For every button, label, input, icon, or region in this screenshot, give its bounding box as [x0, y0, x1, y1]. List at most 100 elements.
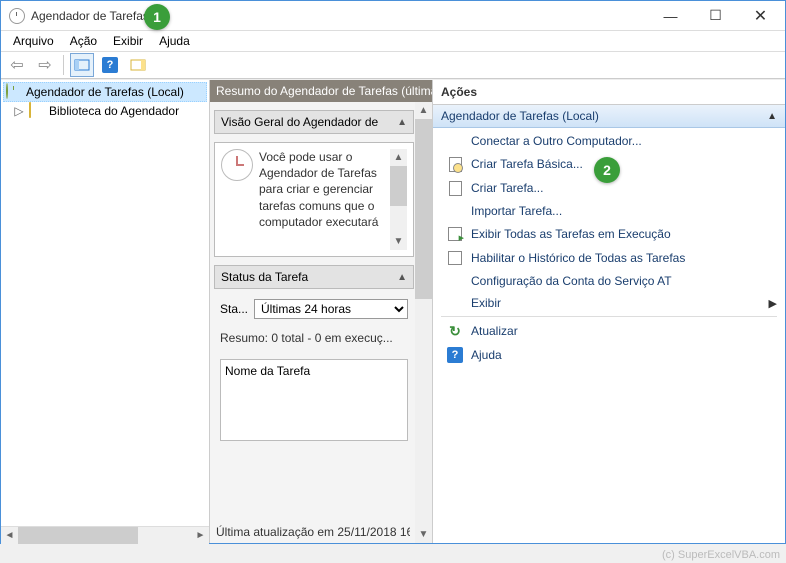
summary-scrollbar[interactable]: ▲ ▼ — [415, 102, 432, 543]
help-icon: ? — [102, 57, 118, 73]
show-hide-tree-button[interactable] — [70, 53, 94, 77]
app-icon — [9, 8, 25, 24]
scroll-up-button[interactable]: ▲ — [415, 102, 432, 119]
action-help[interactable]: ? Ajuda — [433, 343, 785, 367]
pane-icon — [74, 57, 90, 73]
status-title: Status da Tarefa — [221, 270, 308, 284]
action-label: Atualizar — [471, 324, 518, 338]
toolbar: ⇦ ⇨ ? — [1, 51, 785, 79]
action-show-running-tasks[interactable]: Exibir Todas as Tarefas em Execução — [433, 222, 785, 246]
maximize-button[interactable]: ☐ — [693, 2, 738, 30]
show-hide-action-button[interactable] — [126, 53, 150, 77]
annotation-2: 2 — [594, 157, 620, 183]
action-import-task[interactable]: Importar Tarefa... — [433, 200, 785, 222]
action-label: Conectar a Outro Computador... — [471, 134, 642, 148]
scroll-left-button[interactable]: ◄ — [1, 527, 18, 544]
last-update-text: Última atualização em 25/11/2018 16:26: — [216, 525, 410, 539]
action-label: Habilitar o Histórico de Todas as Tarefa… — [471, 251, 685, 265]
content-area: Agendador de Tarefas (Local) ▷ Bibliotec… — [1, 79, 785, 543]
scroll-right-button[interactable]: ► — [192, 527, 209, 544]
scroll-thumb[interactable] — [390, 166, 407, 206]
overview-header[interactable]: Visão Geral do Agendador de ▲ — [214, 110, 414, 134]
back-button[interactable]: ⇦ — [5, 53, 29, 77]
menu-acao[interactable]: Ação — [62, 32, 105, 50]
overview-text: Você pode usar o Agendador de Tarefas pa… — [259, 149, 384, 250]
clock-icon — [6, 84, 22, 100]
scroll-track[interactable] — [415, 119, 432, 526]
create-basic-task-icon — [447, 156, 463, 172]
action-label: Exibir — [471, 296, 501, 310]
refresh-icon: ↻ — [447, 323, 463, 339]
action-enable-history[interactable]: Habilitar o Histórico de Todas as Tarefa… — [433, 246, 785, 270]
actions-subheader-label: Agendador de Tarefas (Local) — [441, 109, 599, 123]
toolbar-separator — [63, 55, 64, 75]
scroll-thumb[interactable] — [18, 527, 138, 544]
tree-horizontal-scrollbar[interactable]: ◄ ► — [1, 526, 209, 543]
action-view-submenu[interactable]: Exibir ▶ — [433, 292, 785, 314]
scroll-track[interactable] — [18, 527, 192, 544]
menu-ajuda[interactable]: Ajuda — [151, 32, 198, 50]
submenu-arrow-icon: ▶ — [769, 297, 777, 310]
collapse-icon: ▲ — [397, 117, 407, 128]
actions-subheader[interactable]: Agendador de Tarefas (Local) ▲ — [433, 105, 785, 128]
tree-root-label: Agendador de Tarefas (Local) — [26, 85, 184, 99]
help-icon: ? — [447, 347, 463, 363]
menu-arquivo[interactable]: Arquivo — [5, 32, 62, 50]
action-label: Criar Tarefa... — [471, 181, 543, 195]
divider — [441, 316, 777, 317]
status-row: Sta... Últimas 24 horas — [214, 297, 414, 321]
status-label: Sta... — [220, 302, 248, 316]
arrow-right-icon: ⇨ — [38, 55, 51, 75]
history-icon — [447, 250, 463, 266]
summary-body: Visão Geral do Agendador de ▲ Você pode … — [210, 102, 432, 543]
running-tasks-icon — [447, 226, 463, 242]
task-name-list[interactable]: Nome da Tarefa — [220, 359, 408, 441]
action-refresh[interactable]: ↻ Atualizar — [433, 319, 785, 343]
summary-pane: Resumo do Agendador de Tarefas (última a… — [210, 80, 433, 543]
actions-list: Conectar a Outro Computador... Criar Tar… — [433, 128, 785, 543]
action-label: Importar Tarefa... — [471, 204, 562, 218]
task-name-header: Nome da Tarefa — [225, 364, 310, 378]
help-button[interactable]: ? — [98, 53, 122, 77]
menu-exibir[interactable]: Exibir — [105, 32, 151, 50]
status-summary: Resumo: 0 total - 0 em execuç... — [214, 329, 414, 347]
tree-root-item[interactable]: Agendador de Tarefas (Local) — [3, 82, 207, 102]
status-period-select[interactable]: Últimas 24 horas — [254, 299, 408, 319]
action-label: Criar Tarefa Básica... — [471, 157, 583, 171]
action-label: Exibir Todas as Tarefas em Execução — [471, 227, 671, 241]
action-connect-computer[interactable]: Conectar a Outro Computador... — [433, 130, 785, 152]
overview-scrollbar[interactable]: ▲ ▼ — [390, 149, 407, 250]
window-controls: — ☐ ✕ — [648, 2, 783, 30]
tree-child-label: Biblioteca do Agendador — [49, 104, 179, 118]
folder-icon — [29, 103, 45, 119]
action-label: Ajuda — [471, 348, 502, 362]
tree-body: Agendador de Tarefas (Local) ▷ Bibliotec… — [1, 80, 209, 526]
scheduler-clock-icon — [221, 149, 253, 181]
window-title: Agendador de Tarefas — [31, 9, 648, 23]
overview-box: Você pode usar o Agendador de Tarefas pa… — [214, 142, 414, 257]
scroll-thumb[interactable] — [415, 119, 432, 299]
menubar: Arquivo Ação Exibir Ajuda — [1, 31, 785, 51]
task-scheduler-window: Agendador de Tarefas — ☐ ✕ Arquivo Ação … — [0, 0, 786, 544]
collapse-icon: ▲ — [767, 111, 777, 122]
close-button[interactable]: ✕ — [738, 2, 783, 30]
scroll-down-button[interactable]: ▼ — [415, 526, 432, 543]
summary-header: Resumo do Agendador de Tarefas (última a… — [210, 80, 432, 102]
action-label: Configuração da Conta do Serviço AT — [471, 274, 672, 288]
action-at-service-config[interactable]: Configuração da Conta do Serviço AT — [433, 270, 785, 292]
expand-icon[interactable]: ▷ — [13, 104, 25, 118]
pane-right-icon — [130, 57, 146, 73]
minimize-button[interactable]: — — [648, 2, 693, 30]
scroll-down-button[interactable]: ▼ — [390, 233, 407, 250]
scroll-up-button[interactable]: ▲ — [390, 149, 407, 166]
arrow-left-icon: ⇦ — [10, 55, 23, 75]
titlebar: Agendador de Tarefas — ☐ ✕ — [1, 1, 785, 31]
actions-pane: Ações Agendador de Tarefas (Local) ▲ Con… — [433, 80, 785, 543]
tree-child-item[interactable]: ▷ Biblioteca do Agendador — [3, 102, 207, 120]
tree-pane: Agendador de Tarefas (Local) ▷ Bibliotec… — [1, 80, 210, 543]
status-header[interactable]: Status da Tarefa ▲ — [214, 265, 414, 289]
actions-header: Ações — [433, 80, 785, 105]
forward-button[interactable]: ⇨ — [33, 53, 57, 77]
overview-title: Visão Geral do Agendador de — [221, 115, 378, 129]
create-task-icon — [447, 180, 463, 196]
